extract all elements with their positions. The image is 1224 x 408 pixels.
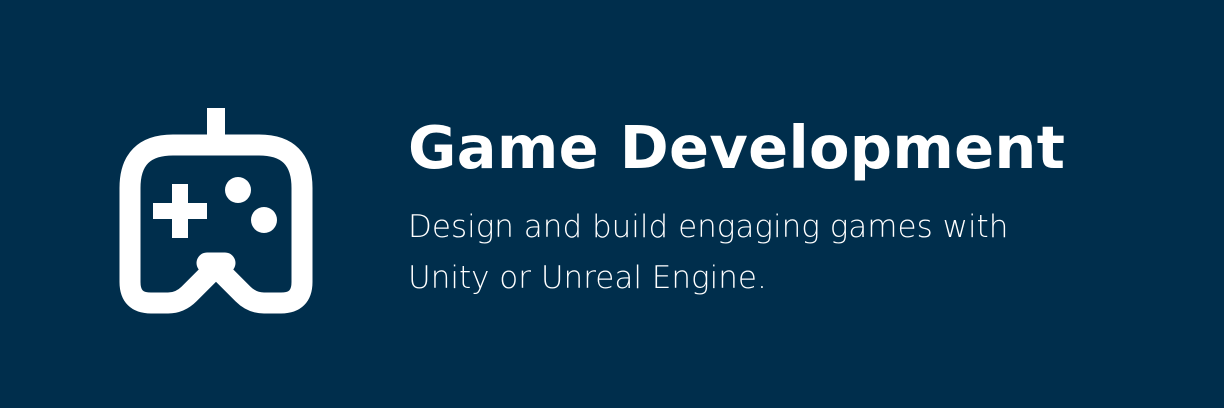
game-controller-icon bbox=[100, 100, 332, 320]
banner-description: Design and build engaging games with Uni… bbox=[408, 209, 1009, 296]
text-block: Game Development Design and build engagi… bbox=[408, 110, 1168, 304]
game-development-banner: Game Development Design and build engagi… bbox=[0, 0, 1224, 408]
banner-title: Game Development bbox=[408, 113, 1066, 182]
